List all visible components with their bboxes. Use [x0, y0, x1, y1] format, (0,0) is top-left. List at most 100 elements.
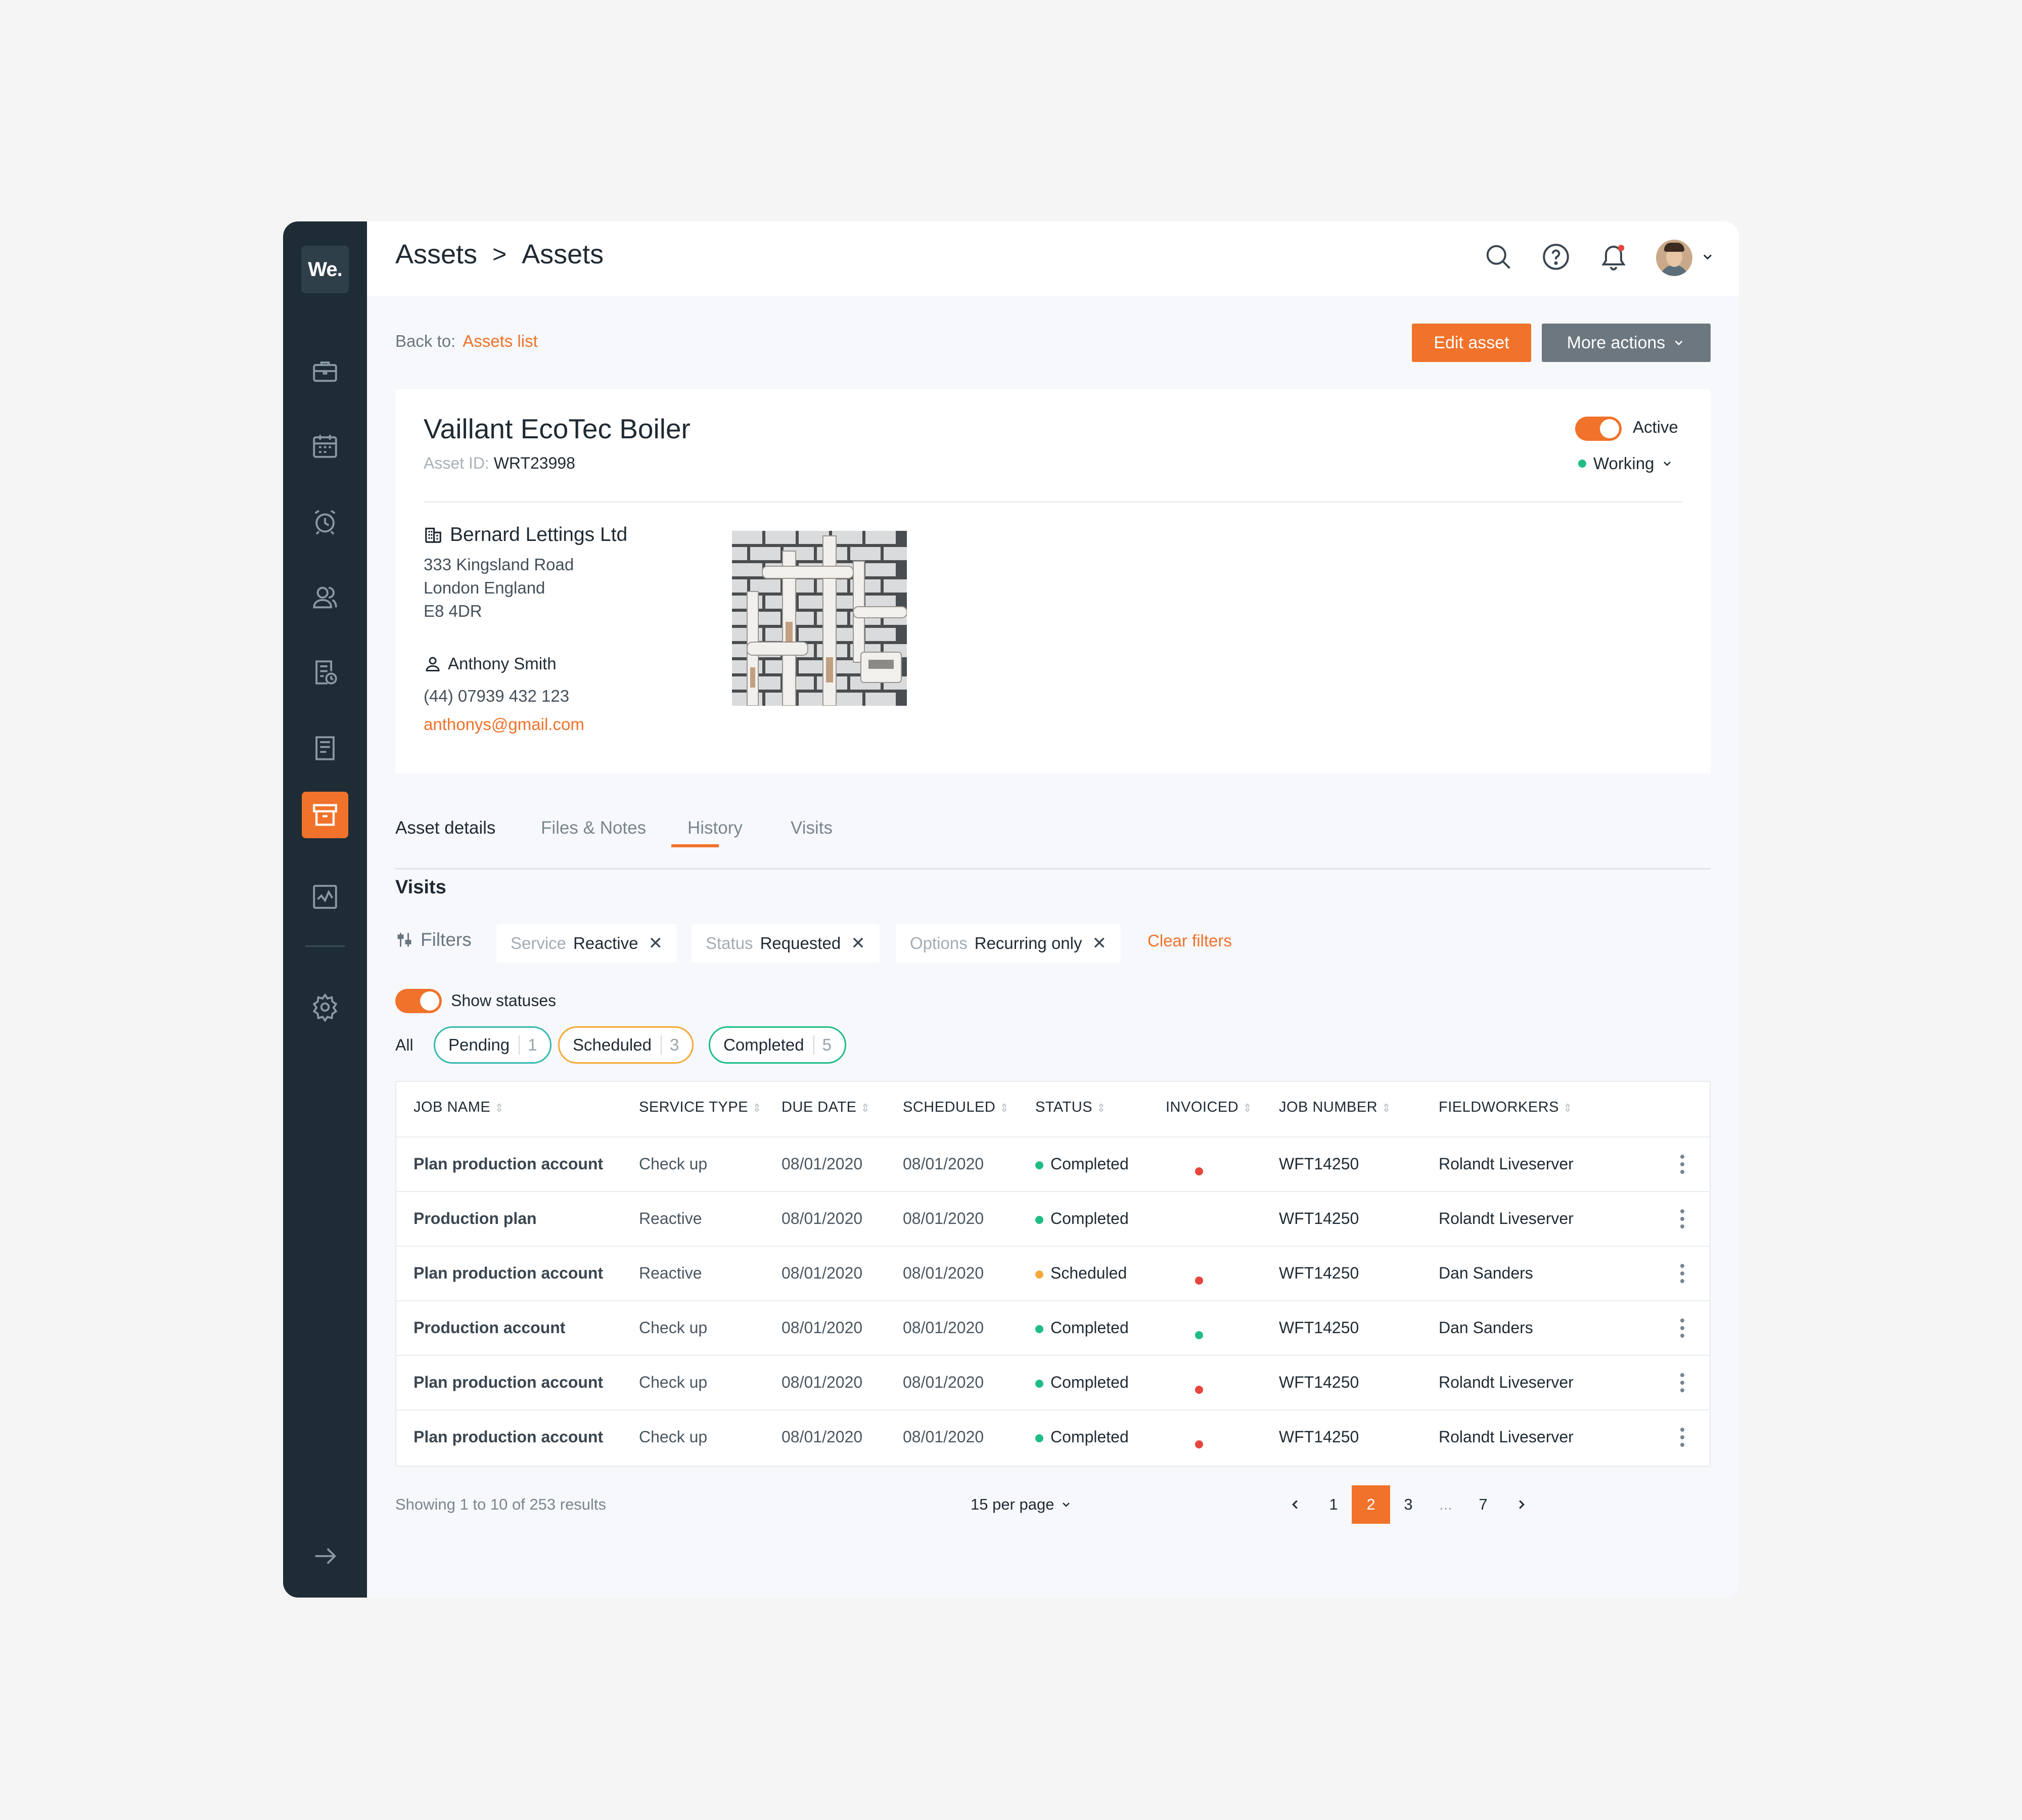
fieldworker: Dan Sanders: [1439, 1264, 1533, 1282]
sort-icon[interactable]: ⇕: [752, 1102, 762, 1114]
back-to: Back to: Assets list: [395, 332, 538, 351]
app-logo[interactable]: We.: [301, 246, 349, 293]
show-statuses-toggle[interactable]: [395, 989, 442, 1013]
job-name[interactable]: Plan production account: [413, 1428, 603, 1446]
column-header-scheduled[interactable]: SCHEDULED ⇕: [903, 1099, 1009, 1116]
sort-icon[interactable]: ⇕: [1382, 1102, 1391, 1114]
status-filter-all[interactable]: All: [395, 1036, 413, 1055]
filter-chip-status[interactable]: Status Requested ✕: [692, 924, 880, 963]
avatar[interactable]: [1656, 240, 1692, 276]
column-header-status[interactable]: STATUS ⇕: [1035, 1099, 1106, 1116]
briefcase-icon[interactable]: [302, 348, 348, 394]
help-icon[interactable]: [1541, 242, 1571, 275]
job-name[interactable]: Plan production account: [413, 1155, 603, 1173]
page-button[interactable]: 1: [1314, 1485, 1353, 1524]
tab-visits[interactable]: Visits: [791, 818, 833, 838]
column-header-invoiced[interactable]: INVOICED ⇕: [1166, 1099, 1252, 1116]
tab-history[interactable]: History: [687, 818, 743, 838]
invoiced-dot: [1195, 1222, 1203, 1230]
status-label: Completed: [1050, 1428, 1129, 1446]
table-row[interactable]: Production account Check up 08/01/2020 0…: [396, 1300, 1710, 1355]
address-line: 333 Kingsland Road: [424, 555, 574, 574]
sort-icon[interactable]: ⇕: [999, 1102, 1009, 1114]
sort-icon[interactable]: ⇕: [1096, 1102, 1106, 1114]
status-pill-pending[interactable]: Pending 1: [434, 1026, 552, 1064]
per-page-select[interactable]: 15 per page: [971, 1495, 1072, 1514]
status-dot: [1035, 1270, 1043, 1279]
status-pill-completed[interactable]: Completed 5: [709, 1026, 846, 1064]
condition-dropdown[interactable]: Working: [1578, 454, 1673, 473]
row-menu-icon[interactable]: [1680, 1264, 1684, 1283]
filter-chip-service[interactable]: Service Reactive ✕: [496, 924, 677, 963]
close-icon[interactable]: ✕: [1092, 933, 1107, 953]
row-menu-icon[interactable]: [1680, 1209, 1684, 1228]
sort-icon[interactable]: ⇕: [860, 1102, 870, 1114]
invoiced-dot: [1195, 1386, 1203, 1394]
table-row[interactable]: Plan production account Check up 08/01/2…: [396, 1355, 1710, 1409]
calendar-icon[interactable]: [302, 423, 348, 469]
page-button[interactable]: 3: [1389, 1485, 1428, 1524]
page-button-current[interactable]: 2: [1352, 1485, 1390, 1524]
column-header-job-number[interactable]: JOB NUMBER ⇕: [1279, 1099, 1391, 1116]
alarm-icon[interactable]: [302, 498, 348, 545]
sort-icon[interactable]: ⇕: [1243, 1102, 1252, 1114]
company: Bernard Lettings Ltd: [424, 524, 627, 546]
filter-chip-options[interactable]: Options Recurring only ✕: [896, 924, 1121, 963]
page-ellipsis: ...: [1439, 1495, 1452, 1513]
user-icon: [426, 657, 440, 671]
sort-icon[interactable]: ⇕: [1563, 1102, 1573, 1114]
status-pill-scheduled[interactable]: Scheduled 3: [558, 1026, 694, 1064]
column-header-due-date[interactable]: DUE DATE ⇕: [782, 1099, 870, 1116]
arrow-right-icon[interactable]: [302, 1533, 348, 1579]
close-icon[interactable]: ✕: [648, 933, 663, 953]
due-date: 08/01/2020: [782, 1428, 863, 1446]
active-toggle[interactable]: [1575, 417, 1622, 441]
archive-icon[interactable]: [302, 792, 348, 838]
users-icon[interactable]: [302, 574, 348, 621]
filters-button[interactable]: Filters: [395, 929, 472, 950]
job-name[interactable]: Plan production account: [413, 1264, 603, 1283]
assets-list-link[interactable]: Assets list: [463, 332, 538, 350]
job-name[interactable]: Production plan: [413, 1209, 537, 1228]
user-menu[interactable]: [1656, 240, 1715, 276]
clear-filters-link[interactable]: Clear filters: [1147, 931, 1232, 950]
column-header-fieldworkers[interactable]: FIELDWORKERS ⇕: [1439, 1099, 1573, 1116]
status-label: Completed: [1050, 1373, 1129, 1391]
asset-photo[interactable]: [732, 531, 907, 706]
report-clock-icon[interactable]: [302, 649, 348, 696]
chevron-down-icon[interactable]: [1701, 250, 1715, 266]
tab-asset-details[interactable]: Asset details: [395, 818, 495, 838]
row-menu-icon[interactable]: [1680, 1318, 1684, 1338]
row-menu-icon[interactable]: [1680, 1155, 1684, 1174]
settings-icon[interactable]: [302, 984, 348, 1030]
column-header-service-type[interactable]: SERVICE TYPE ⇕: [639, 1099, 762, 1116]
document-icon[interactable]: [302, 725, 348, 771]
next-page-icon[interactable]: [1502, 1485, 1541, 1524]
service-type: Check up: [639, 1318, 708, 1337]
more-actions-label: More actions: [1567, 333, 1666, 352]
contact-email[interactable]: anthonys@gmail.com: [424, 715, 584, 734]
row-menu-icon[interactable]: [1680, 1373, 1684, 1392]
breadcrumb-item[interactable]: Assets: [395, 239, 477, 270]
due-date: 08/01/2020: [782, 1318, 863, 1337]
page-button[interactable]: 7: [1464, 1485, 1502, 1524]
column-header-job-name[interactable]: JOB NAME ⇕: [413, 1099, 504, 1116]
table-row[interactable]: Plan production account Check up 08/01/2…: [396, 1136, 1710, 1191]
row-menu-icon[interactable]: [1680, 1428, 1684, 1447]
fieldworker: Rolandt Liveserver: [1439, 1428, 1574, 1446]
table-row[interactable]: Plan production account Check up 08/01/2…: [396, 1409, 1710, 1464]
filter-key: Service: [511, 934, 567, 952]
prev-page-icon[interactable]: [1276, 1485, 1314, 1524]
table-row[interactable]: Plan production account Reactive 08/01/2…: [396, 1246, 1710, 1300]
search-icon[interactable]: [1483, 242, 1513, 275]
job-name[interactable]: Plan production account: [413, 1373, 603, 1392]
more-actions-button[interactable]: More actions: [1542, 324, 1711, 362]
job-name[interactable]: Production account: [413, 1318, 565, 1337]
sort-icon[interactable]: ⇕: [494, 1102, 504, 1114]
activity-chart-icon[interactable]: [302, 874, 348, 920]
bell-icon[interactable]: [1598, 242, 1629, 275]
tab-files-notes[interactable]: Files & Notes: [541, 818, 646, 838]
edit-asset-button[interactable]: Edit asset: [1412, 324, 1531, 362]
close-icon[interactable]: ✕: [851, 933, 865, 953]
table-row[interactable]: Production plan Reactive 08/01/2020 08/0…: [396, 1191, 1710, 1246]
